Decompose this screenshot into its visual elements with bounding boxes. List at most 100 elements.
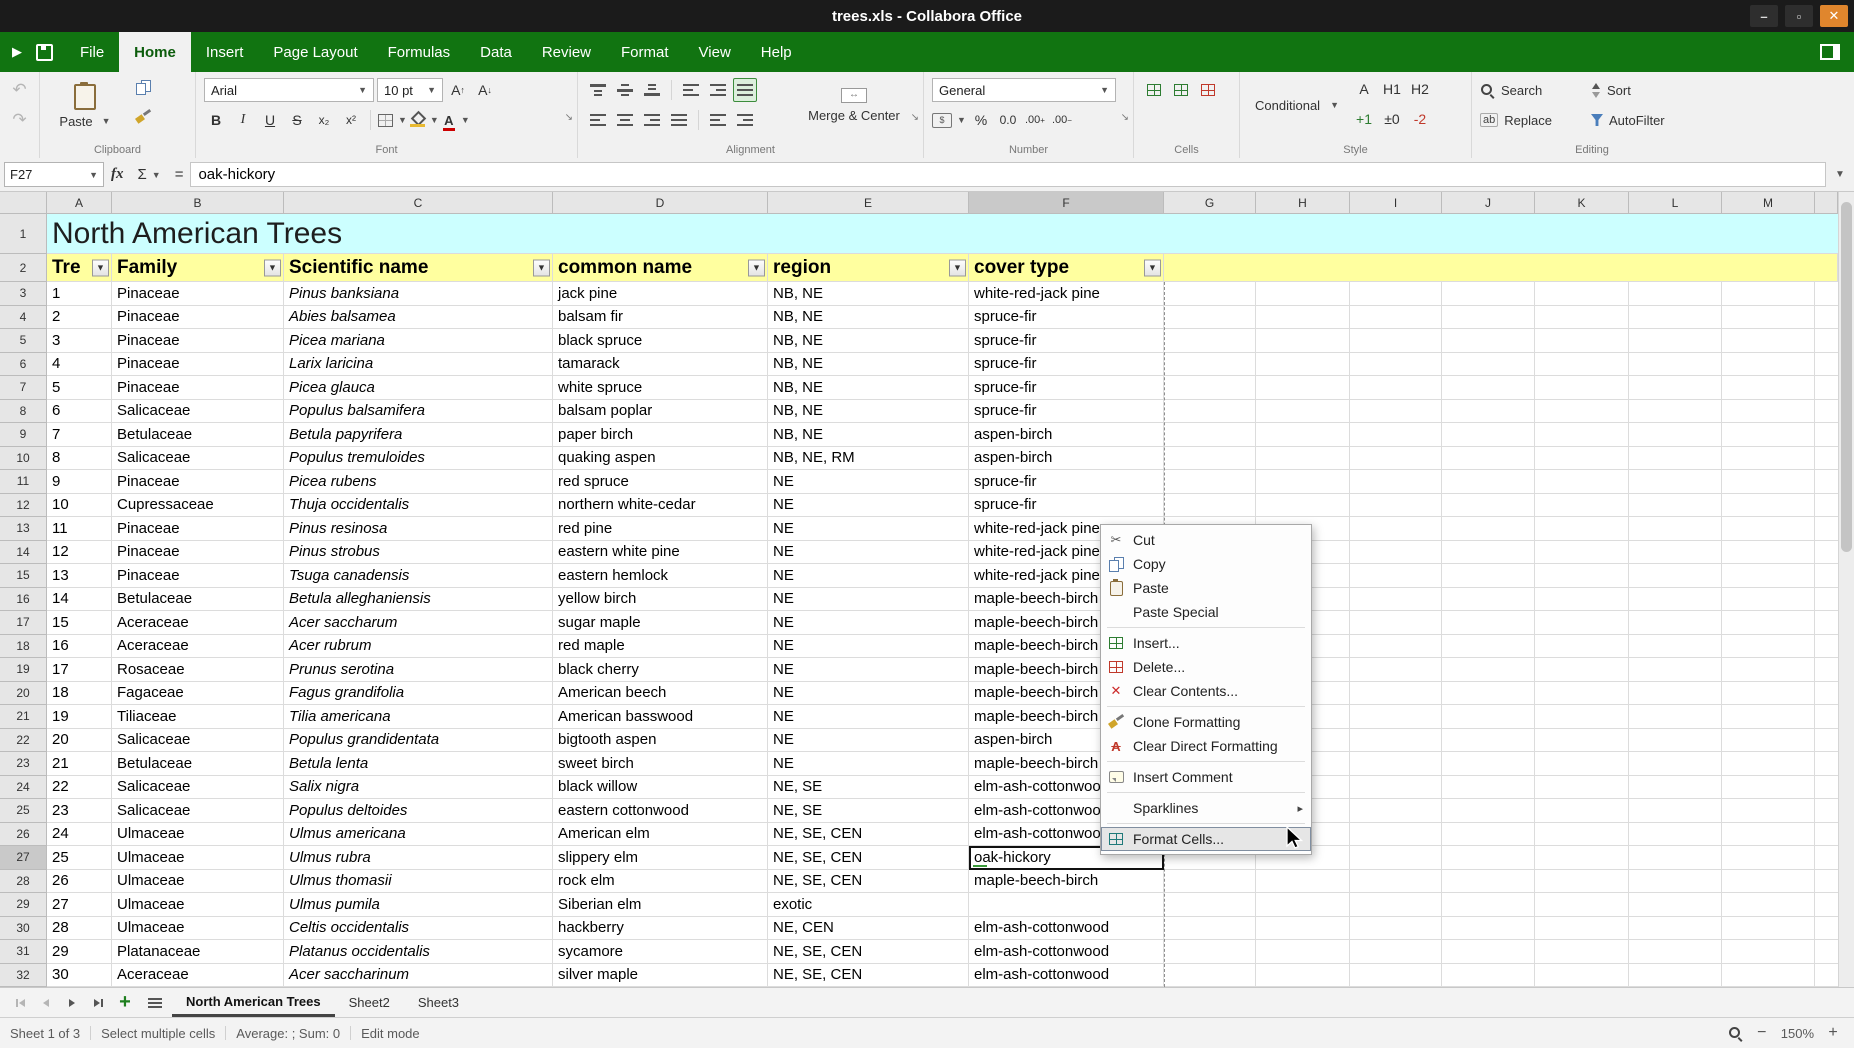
close-button[interactable]: ✕ <box>1820 5 1848 27</box>
cell-J27[interactable] <box>1442 846 1535 870</box>
cell-F7[interactable]: spruce-fir <box>969 376 1164 400</box>
cell-B32[interactable]: Aceraceae <box>112 964 284 988</box>
cell-A1[interactable]: North American Trees <box>47 214 1838 254</box>
decrease-indent-button[interactable] <box>679 78 703 102</box>
cell-D23[interactable]: sweet birch <box>553 752 768 776</box>
column-header-M[interactable]: M <box>1722 192 1815 214</box>
neutral-style-button[interactable]: ±0 <box>1380 107 1404 131</box>
cell-D20[interactable]: American beech <box>553 682 768 706</box>
cell-J5[interactable] <box>1442 329 1535 353</box>
delete-cells-button[interactable] <box>1196 78 1220 102</box>
cell-L30[interactable] <box>1629 917 1722 941</box>
menu-item-home[interactable]: Home <box>119 32 191 72</box>
row-header-5[interactable]: 5 <box>0 329 47 353</box>
context-item-format-cells[interactable]: Format Cells... <box>1101 827 1311 851</box>
cell-B9[interactable]: Betulaceae <box>112 423 284 447</box>
cell-J3[interactable] <box>1442 282 1535 306</box>
cell-E27[interactable]: NE, SE, CEN <box>768 846 969 870</box>
cell-J29[interactable] <box>1442 893 1535 917</box>
cell-K18[interactable] <box>1535 635 1629 659</box>
replace-button[interactable]: Replace <box>1480 113 1588 128</box>
cell-G30[interactable] <box>1164 917 1256 941</box>
row-header-31[interactable]: 31 <box>0 940 47 964</box>
cell-A15[interactable]: 13 <box>47 564 112 588</box>
cell-D26[interactable]: American elm <box>553 823 768 847</box>
cell-E10[interactable]: NB, NE, RM <box>768 447 969 471</box>
cell-E28[interactable]: NE, SE, CEN <box>768 870 969 894</box>
cell-E13[interactable]: NE <box>768 517 969 541</box>
cell-J26[interactable] <box>1442 823 1535 847</box>
context-item-insert[interactable]: Insert... <box>1101 631 1311 655</box>
sheet-tab-sheet2[interactable]: Sheet2 <box>335 988 404 1017</box>
align-center-button[interactable] <box>613 108 637 132</box>
menu-item-view[interactable]: View <box>684 32 746 72</box>
cell-G4[interactable] <box>1164 306 1256 330</box>
cell-L31[interactable] <box>1629 940 1722 964</box>
increase-indent-button[interactable] <box>706 78 730 102</box>
column-header-F[interactable]: F <box>969 192 1164 214</box>
number-format-select[interactable]: General▼ <box>932 78 1116 102</box>
cell-B16[interactable]: Betulaceae <box>112 588 284 612</box>
cell-J18[interactable] <box>1442 635 1535 659</box>
cell-G10[interactable] <box>1164 447 1256 471</box>
cell-K11[interactable] <box>1535 470 1629 494</box>
cell-K17[interactable] <box>1535 611 1629 635</box>
cell-C10[interactable]: Populus tremuloides <box>284 447 553 471</box>
cell-M22[interactable] <box>1722 729 1815 753</box>
cell-I22[interactable] <box>1350 729 1442 753</box>
cell-D29[interactable]: Siberian elm <box>553 893 768 917</box>
cell-A9[interactable]: 7 <box>47 423 112 447</box>
row-header-32[interactable]: 32 <box>0 964 47 988</box>
cell-D30[interactable]: hackberry <box>553 917 768 941</box>
cell-E17[interactable]: NE <box>768 611 969 635</box>
menu-item-formulas[interactable]: Formulas <box>373 32 466 72</box>
context-item-clear-direct-formatting[interactable]: AClear Direct Formatting <box>1101 734 1311 758</box>
currency-format-button[interactable]: ▼ <box>932 108 966 132</box>
cell-D31[interactable]: sycamore <box>553 940 768 964</box>
cell-L18[interactable] <box>1629 635 1722 659</box>
cell-A21[interactable]: 19 <box>47 705 112 729</box>
row-header-28[interactable]: 28 <box>0 870 47 894</box>
menu-item-data[interactable]: Data <box>465 32 527 72</box>
cell-L9[interactable] <box>1629 423 1722 447</box>
cell-E12[interactable]: NE <box>768 494 969 518</box>
cell-J11[interactable] <box>1442 470 1535 494</box>
cell-B19[interactable]: Rosaceae <box>112 658 284 682</box>
row-header-21[interactable]: 21 <box>0 705 47 729</box>
cell-C6[interactable]: Larix laricina <box>284 353 553 377</box>
context-item-cut[interactable]: ✂Cut <box>1101 528 1311 552</box>
cell-C5[interactable]: Picea mariana <box>284 329 553 353</box>
row-header-13[interactable]: 13 <box>0 517 47 541</box>
cell-H9[interactable] <box>1256 423 1350 447</box>
cell-C30[interactable]: Celtis occidentalis <box>284 917 553 941</box>
row-header-18[interactable]: 18 <box>0 635 47 659</box>
cell-C20[interactable]: Fagus grandifolia <box>284 682 553 706</box>
cell-M29[interactable] <box>1722 893 1815 917</box>
cell-K31[interactable] <box>1535 940 1629 964</box>
cell-G3[interactable] <box>1164 282 1256 306</box>
cell-K5[interactable] <box>1535 329 1629 353</box>
cell-L23[interactable] <box>1629 752 1722 776</box>
cell-K20[interactable] <box>1535 682 1629 706</box>
cell-E11[interactable]: NE <box>768 470 969 494</box>
sheet-list-icon[interactable] <box>148 998 162 1008</box>
heading2-style-button[interactable]: H2 <box>1408 77 1432 101</box>
subscript-button[interactable]: x₂ <box>312 108 336 132</box>
cell-F31[interactable]: elm-ash-cottonwood <box>969 940 1164 964</box>
cell-I25[interactable] <box>1350 799 1442 823</box>
merge-center-button[interactable]: Merge & Center <box>791 77 917 133</box>
row-header-7[interactable]: 7 <box>0 376 47 400</box>
cell-F9[interactable]: aspen-birch <box>969 423 1164 447</box>
cell-K13[interactable] <box>1535 517 1629 541</box>
cell-I3[interactable] <box>1350 282 1442 306</box>
row-header-19[interactable]: 19 <box>0 658 47 682</box>
cell-M12[interactable] <box>1722 494 1815 518</box>
cell-H10[interactable] <box>1256 447 1350 471</box>
vertical-scrollbar[interactable] <box>1838 192 1854 987</box>
cell-D18[interactable]: red maple <box>553 635 768 659</box>
cell-L15[interactable] <box>1629 564 1722 588</box>
cell-M20[interactable] <box>1722 682 1815 706</box>
superscript-button[interactable]: x² <box>339 108 363 132</box>
cell-G28[interactable] <box>1164 870 1256 894</box>
cell-J4[interactable] <box>1442 306 1535 330</box>
